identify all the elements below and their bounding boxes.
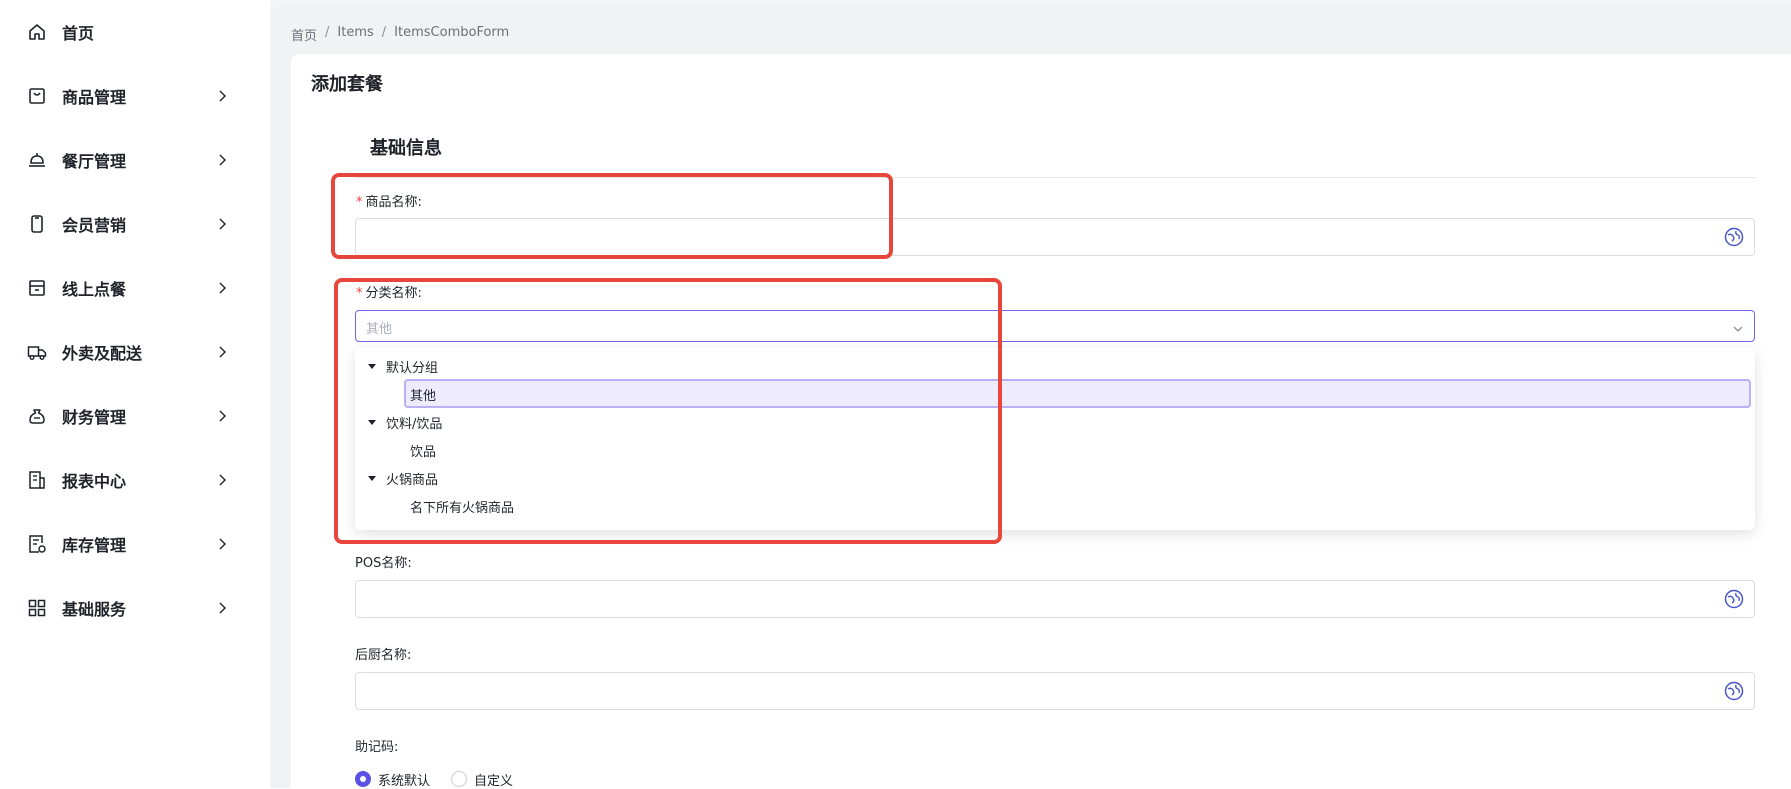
chevron-down-icon [1732, 320, 1744, 332]
phone-icon [27, 214, 47, 234]
sidebar-item-reports[interactable]: 报表中心 [0, 448, 270, 512]
chevron-right-icon [215, 345, 229, 359]
tree-group-drinks[interactable]: 饮料/饮品 [366, 409, 442, 435]
category-dropdown [355, 348, 1755, 530]
radio-system-default[interactable] [355, 771, 371, 787]
sidebar-item-delivery[interactable]: 外卖及配送 [0, 320, 270, 384]
chevron-right-icon [215, 537, 229, 551]
inventory-icon [27, 534, 47, 554]
caret-down-icon[interactable] [366, 416, 378, 428]
kitchen-name-label: 后厨名称: [355, 648, 412, 663]
radio-custom[interactable] [451, 771, 467, 787]
sidebar-item-label: 商品管理 [62, 88, 127, 107]
tree-option-label: 饮品 [410, 444, 437, 460]
sidebar-item-finance[interactable]: 财务管理 [0, 384, 270, 448]
tree-group-label: 火锅商品 [386, 472, 439, 488]
tree-group-hotpot[interactable]: 火锅商品 [366, 465, 438, 491]
breadcrumb: 首页 / Items / ItemsComboForm [291, 25, 509, 44]
sidebar-item-label: 首页 [62, 24, 95, 43]
tree-selected-highlight [404, 379, 1751, 408]
grid-icon [27, 598, 47, 618]
product-name-input[interactable] [355, 218, 1755, 256]
pos-name-label: POS名称: [355, 556, 412, 571]
bag-icon [27, 86, 47, 106]
tree-option-label: 名下所有火锅商品 [410, 500, 515, 516]
translate-globe-icon[interactable] [1724, 589, 1744, 609]
tree-option-beverage[interactable]: 饮品 [410, 437, 436, 463]
chevron-right-icon [215, 409, 229, 423]
sidebar-item-label: 基础服务 [62, 600, 127, 619]
sidebar: 首页 商品管理 餐厅管理 会员营销 线上点餐 外卖及配送 财务管理 报表中心 库… [0, 0, 270, 788]
tree-option-label: 其他 [410, 388, 437, 404]
breadcrumb-items[interactable]: Items [337, 25, 373, 44]
chevron-right-icon [215, 601, 229, 615]
chevron-right-icon [215, 153, 229, 167]
sidebar-item-inventory[interactable]: 库存管理 [0, 512, 270, 576]
breadcrumb-current: ItemsComboForm [394, 25, 510, 40]
pos-name-input[interactable] [355, 580, 1755, 618]
report-icon [27, 470, 47, 490]
money-bag-icon [27, 406, 47, 426]
sidebar-item-label: 库存管理 [62, 536, 127, 555]
tree-option-other[interactable]: 其他 [410, 381, 436, 407]
kitchen-name-input[interactable] [355, 672, 1755, 710]
radio-custom-label: 自定义 [474, 774, 514, 789]
chevron-right-icon [215, 217, 229, 231]
mnemonic-label: 助记码: [355, 740, 399, 755]
sidebar-item-home[interactable]: 首页 [0, 0, 270, 64]
translate-globe-icon[interactable] [1724, 227, 1744, 247]
breadcrumb-separator: / [381, 25, 387, 40]
sidebar-item-label: 报表中心 [62, 472, 127, 491]
product-name-label: * 商品名称: [356, 191, 422, 210]
chevron-right-icon [215, 89, 229, 103]
translate-globe-icon[interactable] [1724, 681, 1744, 701]
sidebar-item-products[interactable]: 商品管理 [0, 64, 270, 128]
truck-icon [27, 342, 47, 362]
breadcrumb-home[interactable]: 首页 [291, 25, 317, 44]
tree-option-all-hotpot[interactable]: 名下所有火锅商品 [410, 493, 514, 519]
caret-down-icon[interactable] [366, 472, 378, 484]
store-icon [27, 278, 47, 298]
required-mark: * [356, 286, 363, 301]
category-select[interactable]: 其他 [355, 310, 1755, 342]
section-divider [355, 177, 1755, 178]
category-select-placeholder: 其他 [366, 322, 393, 337]
tree-group-label: 默认分组 [386, 360, 439, 376]
chevron-right-icon [215, 473, 229, 487]
tree-group-default[interactable]: 默认分组 [366, 353, 438, 379]
sidebar-item-label: 线上点餐 [62, 280, 127, 299]
breadcrumb-separator: / [325, 25, 330, 40]
sidebar-item-membership[interactable]: 会员营销 [0, 192, 270, 256]
caret-down-icon[interactable] [366, 360, 378, 372]
chevron-right-icon [215, 281, 229, 295]
tree-group-label: 饮料/饮品 [386, 416, 443, 432]
home-icon [27, 22, 47, 42]
sidebar-item-restaurant[interactable]: 餐厅管理 [0, 128, 270, 192]
section-title: 基础信息 [370, 138, 442, 159]
radio-system-default-label: 系统默认 [378, 774, 431, 789]
page-title: 添加套餐 [311, 74, 383, 95]
sidebar-item-basic-services[interactable]: 基础服务 [0, 576, 270, 640]
cloche-icon [27, 150, 47, 170]
category-label-text: 分类名称: [365, 286, 422, 301]
required-mark: * [356, 195, 363, 210]
sidebar-item-label: 会员营销 [62, 216, 127, 235]
sidebar-item-label: 财务管理 [62, 408, 127, 427]
category-label: * 分类名称: [356, 282, 422, 301]
sidebar-item-label: 餐厅管理 [62, 152, 127, 171]
sidebar-item-label: 外卖及配送 [62, 344, 143, 363]
sidebar-item-online-order[interactable]: 线上点餐 [0, 256, 270, 320]
product-name-label-text: 商品名称: [365, 195, 422, 210]
